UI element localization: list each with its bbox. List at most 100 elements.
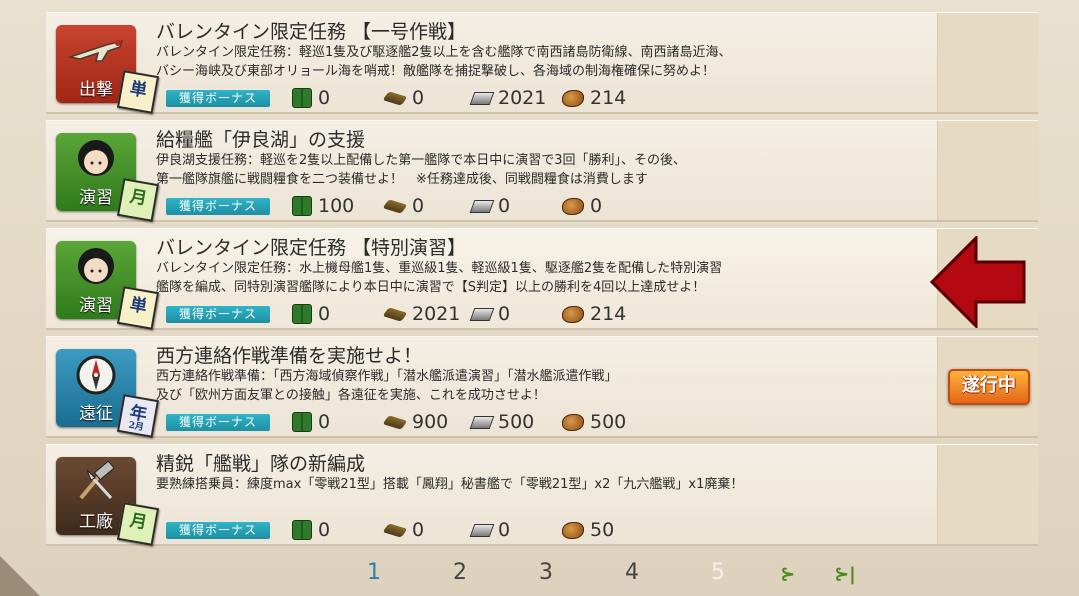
bauxite-icon: [562, 89, 584, 107]
quest-row[interactable]: 出撃 単 バレンタイン限定任務 【一号作戦】 バレンタイン限定任務：軽巡1隻及び…: [46, 12, 1038, 114]
desc-line: バレンタイン限定任務：水上機母艦1隻、重巡級1隻、軽巡級1隻、駆逐艦2隻を配備し…: [156, 261, 723, 276]
quest-description: 西方連絡作戦準備：「西方海域偵察作戦」「潜水艦派遣演習」「潜水艦派遣作戦」 及び…: [156, 367, 876, 405]
status-column: [937, 445, 1038, 544]
type-badge: 月: [116, 178, 160, 222]
bauxite-reward: 214: [562, 87, 626, 109]
bauxite-value: 50: [590, 519, 615, 541]
bauxite-reward: 500: [562, 411, 626, 433]
steel-icon: [469, 91, 495, 105]
bonus-button[interactable]: 獲得ボーナス: [166, 90, 270, 107]
ammo-icon: [382, 90, 408, 106]
type-badge: 月: [116, 502, 160, 546]
corner-decoration: [0, 556, 40, 596]
page-2-button[interactable]: 2: [453, 560, 467, 585]
quest-title: 精鋭「艦戦」隊の新編成: [156, 453, 366, 475]
quest-description: バレンタイン限定任務：水上機母艦1隻、重巡級1隻、軽巡級1隻、駆逐艦2隻を配備し…: [156, 259, 876, 297]
bauxite-value: 0: [590, 195, 603, 217]
bauxite-icon: [562, 305, 584, 323]
type-badge-subtext: 2月: [127, 420, 145, 434]
ammo-reward: 0: [382, 195, 424, 217]
quest-description: 要熟練搭乗員：練度max「零戦21型」搭載「鳳翔」秘書艦で「零戦21型」x2「九…: [156, 475, 876, 494]
steel-icon: [469, 307, 495, 321]
page-1-button[interactable]: 1: [367, 560, 381, 585]
desc-line: 艦隊を編成、同特別演習艦隊により本日中に演習で【S判定】以上の勝利を4回以上達成…: [156, 280, 706, 295]
quest-title: バレンタイン限定任務 【特別演習】: [156, 237, 467, 259]
fuel-reward: 0: [292, 519, 330, 541]
quest-list-screen: 出撃 単 バレンタイン限定任務 【一号作戦】 バレンタイン限定任務：軽巡1隻及び…: [0, 0, 1079, 596]
quest-row[interactable]: 演習 月 給糧艦「伊良湖」の支援 伊良湖支援任務：軽巡を2隻以上配備した第一艦隊…: [46, 120, 1038, 222]
reward-bar: 獲得ボーナス 0 0 2021 214: [166, 87, 866, 109]
desc-line: バシー海峡及び東部オリョール海を哨戒！敵艦隊を捕捉撃破し、各海域の制海権確保に努…: [156, 64, 716, 79]
ammo-reward: 2021: [382, 303, 461, 325]
bauxite-value: 500: [590, 411, 627, 433]
fuel-value: 100: [318, 195, 355, 217]
desc-line: バレンタイン限定任務：軽巡1隻及び駆逐艦2隻以上を含む艦隊で南西諸島防衛線、南西…: [156, 45, 732, 60]
ammo-reward: 900: [382, 411, 448, 433]
steel-reward: 0: [469, 195, 511, 217]
fuel-reward: 0: [292, 411, 330, 433]
next-page-icon[interactable]: ⊱: [780, 564, 795, 585]
reward-bar: 獲得ボーナス 0 0 0 50: [166, 519, 866, 541]
steel-reward: 0: [469, 519, 511, 541]
in-progress-stamp: 遂行中: [948, 369, 1030, 405]
fuel-icon: [292, 520, 312, 540]
bauxite-value: 214: [590, 87, 627, 109]
last-page-icon[interactable]: ⊱|: [834, 564, 856, 585]
fuel-icon: [292, 304, 312, 324]
type-badge: 単: [116, 286, 160, 330]
fuel-value: 0: [318, 519, 331, 541]
plane-icon: [56, 25, 136, 77]
page-5-button[interactable]: 5: [711, 560, 725, 585]
pagination: 1 2 3 4 5 ⊱ ⊱|: [0, 556, 1079, 592]
reward-bar: 獲得ボーナス 0 900 500 500: [166, 411, 866, 433]
ammo-icon: [382, 414, 408, 430]
bonus-button[interactable]: 獲得ボーナス: [166, 306, 270, 323]
quest-row[interactable]: 演習 単 バレンタイン限定任務 【特別演習】 バレンタイン限定任務：水上機母艦1…: [46, 228, 1038, 330]
bauxite-icon: [562, 197, 584, 215]
status-column: [937, 121, 1038, 220]
desc-line: 西方連絡作戦準備：「西方海域偵察作戦」「潜水艦派遣演習」「潜水艦派遣作戦」: [156, 369, 618, 384]
left-arrow-icon: [929, 234, 1030, 330]
steel-icon: [469, 523, 495, 537]
bonus-button[interactable]: 獲得ボーナス: [166, 414, 270, 431]
type-badge-text: 月: [128, 510, 149, 534]
bauxite-value: 214: [590, 303, 627, 325]
page-3-button[interactable]: 3: [539, 560, 553, 585]
fuel-icon: [292, 88, 312, 108]
type-badge: 単: [116, 70, 160, 114]
ammo-value: 0: [412, 87, 425, 109]
ammo-value: 2021: [412, 303, 461, 325]
bauxite-reward: 214: [562, 303, 626, 325]
fuel-value: 0: [318, 411, 331, 433]
steel-value: 0: [498, 519, 511, 541]
desc-line: 要熟練搭乗員：練度max「零戦21型」搭載「鳳翔」秘書艦で「零戦21型」x2「九…: [156, 477, 744, 492]
ammo-icon: [382, 522, 408, 538]
girl-face-icon: [56, 241, 136, 293]
reward-bar: 獲得ボーナス 0 2021 0 214: [166, 303, 866, 325]
quest-row[interactable]: 工廠 月 精鋭「艦戦」隊の新編成 要熟練搭乗員：練度max「零戦21型」搭載「鳳…: [46, 444, 1038, 546]
steel-icon: [469, 415, 495, 429]
bonus-button[interactable]: 獲得ボーナス: [166, 198, 270, 215]
page-4-button[interactable]: 4: [625, 560, 639, 585]
type-badge: 年 2月: [116, 394, 160, 438]
bauxite-icon: [562, 413, 584, 431]
quest-title: 西方連絡作戦準備を実施せよ！: [156, 345, 423, 367]
quest-row[interactable]: 遠征 年 2月 西方連絡作戦準備を実施せよ！ 西方連絡作戦準備：「西方海域偵察作戦…: [46, 336, 1038, 438]
steel-value: 0: [498, 195, 511, 217]
quest-description: バレンタイン限定任務：軽巡1隻及び駆逐艦2隻以上を含む艦隊で南西諸島防衛線、南西…: [156, 43, 876, 81]
type-badge-text: 単: [128, 78, 149, 102]
quest-description: 伊良湖支援任務：軽巡を2隻以上配備した第一艦隊で本日中に演習で3回「勝利」、その…: [156, 151, 876, 189]
type-badge-text: 月: [128, 186, 149, 210]
steel-reward: 2021: [469, 87, 547, 109]
bauxite-reward: 50: [562, 519, 614, 541]
fuel-value: 0: [318, 303, 331, 325]
bonus-button[interactable]: 獲得ボーナス: [166, 522, 270, 539]
steel-value: 2021: [498, 87, 547, 109]
reward-bar: 獲得ボーナス 100 0 0 0: [166, 195, 866, 217]
steel-reward: 500: [469, 411, 534, 433]
desc-line: 第一艦隊旗艦に戦闘糧食を二つ装備せよ！ ※任務達成後、同戦闘糧食は消費します: [156, 172, 648, 187]
status-column: [937, 13, 1038, 112]
steel-reward: 0: [469, 303, 510, 325]
ammo-icon: [382, 306, 408, 322]
hammer-icon: [56, 457, 136, 509]
